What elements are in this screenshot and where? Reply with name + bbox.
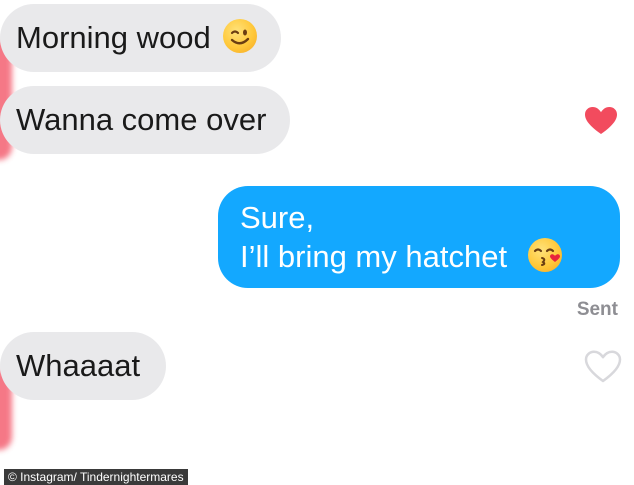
message-bubble-sent[interactable]: Sure, I’ll bring my hatchet xyxy=(218,186,620,288)
message-bubble-received[interactable]: Whaaaat xyxy=(0,332,167,400)
heart-filled-icon[interactable] xyxy=(584,106,618,136)
message-text: Wanna come over xyxy=(16,102,267,137)
message-text: Morning wood xyxy=(16,20,211,55)
face-blowing-kiss-emoji xyxy=(527,238,562,272)
message-bubble-received[interactable]: Morning wood xyxy=(0,4,282,72)
message-text-line: Sure, xyxy=(240,200,315,235)
winking-face-emoji xyxy=(223,19,258,53)
heart-outline-icon[interactable] xyxy=(584,350,622,384)
message-bubble-received[interactable]: Wanna come over xyxy=(0,86,291,154)
message-text: Whaaaat xyxy=(16,348,141,383)
sent-status: Sent xyxy=(576,299,618,320)
message-text-line-with-emoji: I’ll bring my hatchet xyxy=(240,237,594,276)
image-credit: © Instagram/ Tindernightermares xyxy=(4,469,188,485)
message-text: I’ll bring my hatchet xyxy=(240,239,508,274)
